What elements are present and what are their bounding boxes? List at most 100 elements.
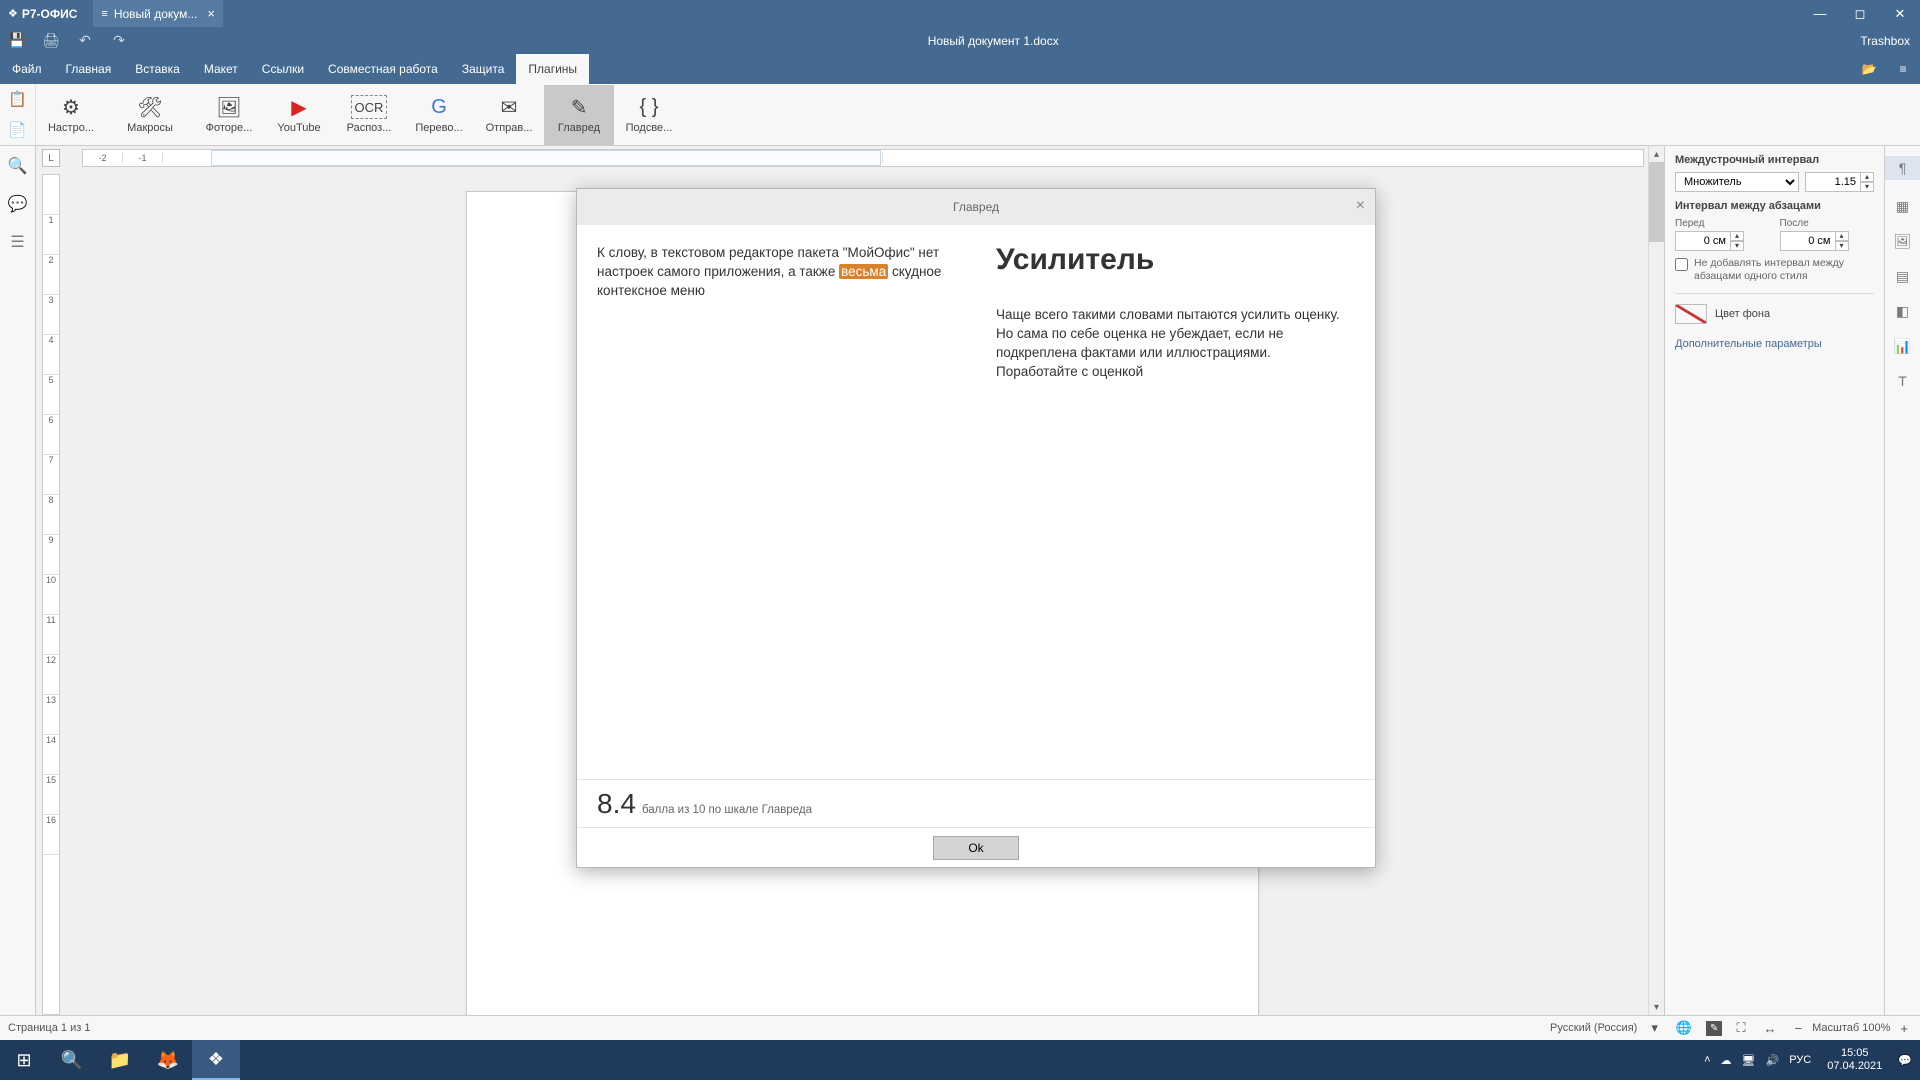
taskbar-firefox-icon[interactable]: 🦊 bbox=[144, 1040, 192, 1080]
spin-down-icon[interactable]: ▾ bbox=[1730, 241, 1744, 251]
menu-layout[interactable]: Макет bbox=[192, 54, 250, 84]
spin-up-icon[interactable]: ▴ bbox=[1835, 231, 1849, 241]
search-icon[interactable]: 🔍 bbox=[8, 156, 28, 176]
tab-close-icon[interactable]: × bbox=[207, 6, 215, 21]
dialog-titlebar[interactable]: Главред × bbox=[577, 189, 1375, 225]
save-icon[interactable]: 💾 bbox=[0, 27, 34, 54]
fit-width-icon[interactable]: ↔ bbox=[1760, 1021, 1781, 1036]
taskbar-explorer-icon[interactable]: 📁 bbox=[96, 1040, 144, 1080]
spin-down-icon[interactable]: ▾ bbox=[1835, 241, 1849, 251]
plugin-highlight-button[interactable]: { } Подсве... bbox=[614, 85, 684, 145]
scroll-down-icon[interactable]: ▾ bbox=[1649, 999, 1664, 1015]
tray-notifications-icon[interactable]: 💬 bbox=[1898, 1054, 1912, 1067]
background-color-label: Цвет фона bbox=[1715, 308, 1770, 320]
zoom-out-button[interactable]: − bbox=[1791, 1021, 1807, 1036]
vertical-scrollbar[interactable]: ▴ ▾ bbox=[1648, 146, 1664, 1015]
menu-collab[interactable]: Совместная работа bbox=[316, 54, 450, 84]
document-viewport[interactable]: L -2-11234567891011121314151617 12345678… bbox=[36, 146, 1664, 1015]
app-logo-icon: ❖ bbox=[8, 7, 18, 20]
vertical-ruler[interactable]: 12345678910111213141516 bbox=[42, 174, 60, 1015]
taskbar-search-icon[interactable]: 🔍 bbox=[48, 1040, 96, 1080]
tray-network-icon[interactable]: 🖥 bbox=[1742, 1054, 1756, 1067]
chart-tab-icon[interactable]: 📊 bbox=[1894, 338, 1911, 355]
image-tab-icon[interactable]: 🖼 bbox=[1894, 233, 1912, 250]
tray-chevron-icon[interactable]: ˄ bbox=[1704, 1054, 1710, 1066]
spin-up-icon[interactable]: ▴ bbox=[1860, 172, 1874, 182]
menu-file[interactable]: Файл bbox=[0, 54, 54, 84]
taskbar-r7office-icon[interactable]: ❖ bbox=[192, 1040, 240, 1080]
dialog-score-row: 8.4 балла из 10 по шкале Главреда bbox=[577, 779, 1375, 827]
tray-onedrive-icon[interactable]: ☁ bbox=[1721, 1054, 1732, 1067]
plugin-glavred-button[interactable]: ✎ Главред bbox=[544, 85, 614, 145]
menu-more-icon[interactable]: ≡ bbox=[1886, 54, 1920, 84]
scroll-up-icon[interactable]: ▴ bbox=[1649, 146, 1664, 162]
chevron-down-icon[interactable]: ▾ bbox=[1647, 1020, 1662, 1036]
tray-language[interactable]: РУС bbox=[1789, 1054, 1811, 1066]
braces-icon: { } bbox=[640, 95, 659, 119]
horizontal-ruler[interactable]: -2-11234567891011121314151617 bbox=[82, 149, 1644, 167]
ribbon: 📋 📄 ⚙ Настро... 🛠 Макросы 🖼 Фоторе... ▶ … bbox=[0, 84, 1920, 146]
minimize-button[interactable]: — bbox=[1800, 0, 1840, 27]
zoom-in-button[interactable]: + bbox=[1896, 1021, 1912, 1036]
menu-plugins[interactable]: Плагины bbox=[516, 54, 589, 84]
tray-clock[interactable]: 15:05 07.04.2021 bbox=[1821, 1047, 1888, 1073]
menu-insert[interactable]: Вставка bbox=[123, 54, 192, 84]
spacing-after-input[interactable] bbox=[1780, 231, 1836, 251]
spin-down-icon[interactable]: ▾ bbox=[1860, 182, 1874, 192]
background-color-swatch[interactable] bbox=[1675, 304, 1707, 324]
right-toolstrip: ¶ ▦ 🖼 ▤ ◧ 📊 T bbox=[1884, 146, 1920, 1015]
dialog-highlighted-word[interactable]: весьма bbox=[839, 264, 888, 279]
spacing-before-stepper[interactable]: ▴▾ bbox=[1675, 231, 1770, 251]
tray-volume-icon[interactable]: 🔊 bbox=[1766, 1054, 1780, 1067]
plugin-youtube-button[interactable]: ▶ YouTube bbox=[264, 85, 334, 145]
page-status[interactable]: Страница 1 из 1 bbox=[8, 1022, 90, 1034]
dialog-ok-button[interactable]: Ok bbox=[933, 836, 1019, 860]
line-spacing-value-stepper[interactable]: ▴▾ bbox=[1805, 172, 1874, 192]
spellcheck-icon[interactable]: 🌐 bbox=[1672, 1020, 1696, 1036]
tray-date: 07.04.2021 bbox=[1827, 1060, 1882, 1073]
line-spacing-mode-select[interactable]: Множитель bbox=[1675, 172, 1799, 192]
plugin-settings-button[interactable]: ⚙ Настро... bbox=[36, 85, 106, 145]
no-spacing-same-style-checkbox[interactable] bbox=[1675, 258, 1688, 271]
plugin-send-button[interactable]: ✉ Отправ... bbox=[474, 85, 544, 145]
close-button[interactable]: ✕ bbox=[1880, 0, 1920, 27]
document-tab[interactable]: ≡ Новый докум... × bbox=[93, 0, 223, 27]
trackchanges-icon[interactable]: ✎ bbox=[1706, 1021, 1722, 1036]
tabstop-selector[interactable]: L bbox=[42, 149, 60, 167]
plugin-macros-button[interactable]: 🛠 Макросы bbox=[115, 85, 185, 145]
plugin-ocr-button[interactable]: OCR Распоз... bbox=[334, 85, 404, 145]
table-tab-icon[interactable]: ▦ bbox=[1896, 198, 1909, 215]
maximize-button[interactable]: ◻ bbox=[1840, 0, 1880, 27]
spacing-before-input[interactable] bbox=[1675, 231, 1731, 251]
comments-icon[interactable]: 💬 bbox=[8, 194, 28, 214]
dialog-issue-explanation: Чаще всего такими словами пытаются усили… bbox=[996, 305, 1355, 381]
fit-page-icon[interactable]: ⛶ bbox=[1732, 1020, 1749, 1036]
plugin-translate-button[interactable]: G Перево... bbox=[404, 85, 474, 145]
system-tray[interactable]: ˄ ☁ 🖥 🔊 РУС 15:05 07.04.2021 💬 bbox=[1696, 1047, 1920, 1073]
shape-tab-icon[interactable]: ◧ bbox=[1896, 303, 1909, 320]
print-icon[interactable]: 🖨 bbox=[34, 27, 68, 54]
dialog-close-icon[interactable]: × bbox=[1356, 197, 1365, 215]
menu-protect[interactable]: Защита bbox=[450, 54, 517, 84]
textart-tab-icon[interactable]: T bbox=[1898, 373, 1907, 389]
line-spacing-value-input[interactable] bbox=[1805, 172, 1861, 192]
outline-icon[interactable]: ☰ bbox=[10, 232, 24, 252]
copy-icon[interactable]: 📋 bbox=[0, 84, 35, 115]
paragraph-tab-icon[interactable]: ¶ bbox=[1885, 156, 1920, 180]
scrollbar-thumb[interactable] bbox=[1649, 162, 1664, 242]
username-label[interactable]: Trashbox bbox=[1850, 34, 1920, 48]
document-language[interactable]: Русский (Россия) bbox=[1550, 1022, 1637, 1034]
spacing-after-stepper[interactable]: ▴▾ bbox=[1780, 231, 1875, 251]
undo-icon[interactable]: ↶ bbox=[68, 27, 102, 54]
zoom-label[interactable]: Масштаб 100% bbox=[1812, 1022, 1890, 1034]
advanced-params-link[interactable]: Дополнительные параметры bbox=[1675, 338, 1874, 350]
headerfooter-tab-icon[interactable]: ▤ bbox=[1896, 268, 1909, 285]
start-button[interactable]: ⊞ bbox=[0, 1040, 48, 1080]
open-folder-icon[interactable]: 📂 bbox=[1852, 54, 1886, 84]
plugin-photoeditor-button[interactable]: 🖼 Фоторе... bbox=[194, 85, 264, 145]
menu-links[interactable]: Ссылки bbox=[250, 54, 316, 84]
paste-icon[interactable]: 📄 bbox=[0, 115, 35, 146]
menu-home[interactable]: Главная bbox=[54, 54, 124, 84]
redo-icon[interactable]: ↷ bbox=[102, 27, 136, 54]
spin-up-icon[interactable]: ▴ bbox=[1730, 231, 1744, 241]
